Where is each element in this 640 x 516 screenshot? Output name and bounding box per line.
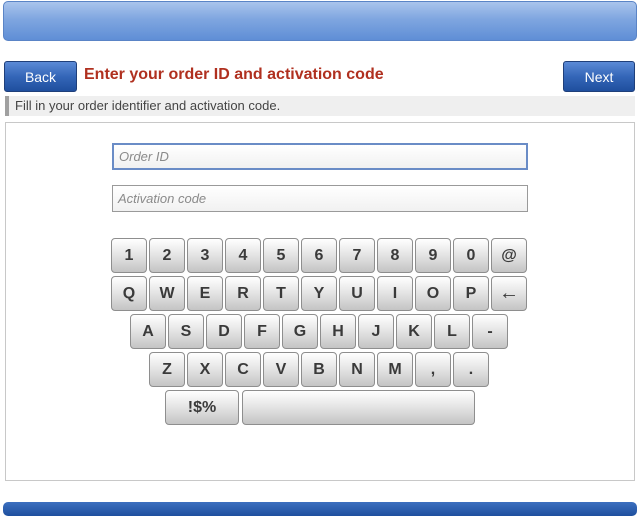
key[interactable]: E (187, 276, 223, 311)
key[interactable]: V (263, 352, 299, 387)
key[interactable]: X (187, 352, 223, 387)
key[interactable]: 6 (301, 238, 337, 273)
key[interactable]: - (472, 314, 508, 349)
key[interactable]: O (415, 276, 451, 311)
instruction-text: Fill in your order identifier and activa… (5, 96, 635, 116)
key[interactable]: M (377, 352, 413, 387)
key[interactable]: G (282, 314, 318, 349)
backspace-key[interactable]: ← (491, 276, 527, 311)
key[interactable]: D (206, 314, 242, 349)
top-bar (3, 1, 637, 41)
key[interactable]: 7 (339, 238, 375, 273)
space-key[interactable] (242, 390, 475, 425)
key[interactable]: Z (149, 352, 185, 387)
key[interactable]: R (225, 276, 261, 311)
page-title: Enter your order ID and activation code (84, 66, 384, 83)
key[interactable]: C (225, 352, 261, 387)
key[interactable]: 9 (415, 238, 451, 273)
back-button[interactable]: Back (4, 61, 77, 92)
key[interactable]: N (339, 352, 375, 387)
key[interactable]: S (168, 314, 204, 349)
key[interactable]: Y (301, 276, 337, 311)
key[interactable]: L (434, 314, 470, 349)
next-button[interactable]: Next (563, 61, 635, 92)
key[interactable]: U (339, 276, 375, 311)
key[interactable]: Q (111, 276, 147, 311)
key[interactable]: F (244, 314, 280, 349)
key[interactable]: @ (491, 238, 527, 273)
key[interactable]: W (149, 276, 185, 311)
key[interactable]: , (415, 352, 451, 387)
key[interactable]: I (377, 276, 413, 311)
key[interactable]: H (320, 314, 356, 349)
key[interactable]: . (453, 352, 489, 387)
key[interactable]: 2 (149, 238, 185, 273)
symbols-key[interactable]: !$% (165, 390, 239, 425)
activation-code-input[interactable]: Activation code (112, 185, 528, 212)
key[interactable]: P (453, 276, 489, 311)
key[interactable]: A (130, 314, 166, 349)
bottom-bar (3, 502, 637, 516)
order-id-input[interactable]: Order ID (112, 143, 528, 170)
key[interactable]: 1 (111, 238, 147, 273)
key[interactable]: B (301, 352, 337, 387)
key[interactable]: 5 (263, 238, 299, 273)
key[interactable]: J (358, 314, 394, 349)
key[interactable]: K (396, 314, 432, 349)
key[interactable]: 8 (377, 238, 413, 273)
key[interactable]: 0 (453, 238, 489, 273)
key[interactable]: 4 (225, 238, 261, 273)
key[interactable]: 3 (187, 238, 223, 273)
key[interactable]: T (263, 276, 299, 311)
